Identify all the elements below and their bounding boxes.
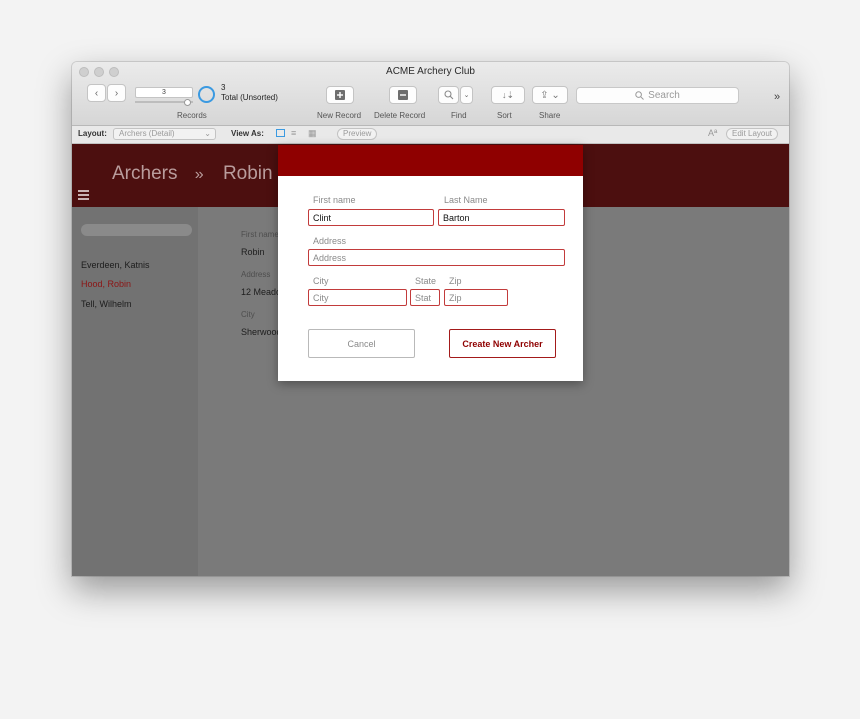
- first-name-input[interactable]: [308, 209, 434, 226]
- chevron-down-icon: ⌄: [204, 129, 211, 138]
- view-as-label: View As:: [231, 129, 264, 138]
- cancel-button[interactable]: Cancel: [308, 329, 415, 358]
- delete-record-label: Delete Record: [374, 111, 426, 120]
- record-slider-knob[interactable]: [184, 99, 191, 106]
- table-view-icon[interactable]: ▦: [308, 128, 317, 139]
- total-status: Total (Unsorted): [221, 93, 278, 102]
- sidebar-search-input[interactable]: [81, 224, 192, 236]
- search-field[interactable]: Search: [576, 87, 739, 104]
- new-record-label: New Record: [317, 111, 362, 120]
- state-input[interactable]: [410, 289, 440, 306]
- menu-icon[interactable]: [78, 190, 89, 202]
- detail-first-name-label: First name: [241, 230, 279, 239]
- minus-icon: [398, 90, 408, 100]
- dialog-header: [278, 145, 583, 176]
- find-label: Find: [451, 111, 467, 120]
- share-label: Share: [539, 111, 561, 120]
- toolbar: ACME Archery Club ‹ › 3 Records 3 Total …: [72, 62, 789, 126]
- record-pie-icon: [198, 86, 215, 103]
- list-view-icon[interactable]: ≡: [291, 128, 296, 138]
- sidebar-item-hood[interactable]: Hood, Robin: [81, 279, 131, 289]
- detail-address-label: Address: [241, 270, 271, 279]
- breadcrumb-separator: »: [194, 166, 204, 183]
- plus-icon: [335, 90, 345, 100]
- city-input[interactable]: [308, 289, 407, 306]
- delete-record-button[interactable]: [389, 86, 417, 104]
- chevron-down-icon: ⌄: [463, 92, 470, 99]
- record-name: Robin: [222, 163, 273, 184]
- search-icon: [635, 91, 645, 100]
- layout-select[interactable]: Archers (Detail) ⌄: [113, 128, 216, 140]
- table-name: Archers: [112, 163, 178, 184]
- back-button[interactable]: ‹: [87, 84, 106, 102]
- new-record-button[interactable]: [326, 86, 354, 104]
- toolbar-overflow-button[interactable]: »: [774, 91, 780, 103]
- text-format-icon[interactable]: Aª: [708, 128, 717, 138]
- detail-city-label: City: [241, 310, 255, 319]
- edit-layout-button[interactable]: Edit Layout: [726, 128, 779, 140]
- zip-label: Zip: [449, 276, 462, 286]
- find-button[interactable]: [438, 86, 459, 104]
- share-button[interactable]: ⇪ ⌄: [532, 86, 568, 104]
- zip-input[interactable]: [444, 289, 508, 306]
- layout-label: Layout:: [78, 129, 107, 138]
- sort-icon: ↓⇣: [501, 89, 515, 100]
- state-label: State: [415, 276, 437, 286]
- new-archer-dialog: First name Last Name Address City State …: [278, 145, 583, 381]
- chevron-right-icon: ›: [114, 87, 119, 99]
- form-view-icon[interactable]: [276, 129, 285, 137]
- sidebar-item-tell[interactable]: Tell, Wilhelm: [81, 299, 132, 309]
- find-options-button[interactable]: ⌄: [460, 86, 473, 104]
- magnifier-icon: [443, 90, 453, 100]
- sort-button[interactable]: ↓⇣: [491, 86, 525, 104]
- window-title: ACME Archery Club: [386, 66, 475, 77]
- share-icon: ⇪ ⌄: [540, 89, 560, 101]
- forward-button[interactable]: ›: [107, 84, 126, 102]
- sidebar-item-everdeen[interactable]: Everdeen, Katnis: [81, 260, 150, 270]
- search-placeholder: Search: [648, 90, 680, 101]
- create-new-archer-button[interactable]: Create New Archer: [449, 329, 556, 358]
- address-label: Address: [313, 236, 347, 246]
- records-label: Records: [177, 111, 207, 120]
- sort-label: Sort: [497, 111, 512, 120]
- layout-select-value: Archers (Detail): [119, 129, 175, 138]
- detail-city-value[interactable]: Sherwood: [241, 327, 282, 337]
- record-number-field[interactable]: 3: [135, 87, 193, 98]
- last-name-label: Last Name: [444, 195, 488, 205]
- layout-bar: Layout: Archers (Detail) ⌄ View As: ≡ ▦ …: [72, 126, 789, 144]
- page-title: Archers » Robin: [112, 163, 273, 185]
- first-name-label: First name: [313, 195, 356, 205]
- last-name-input[interactable]: [438, 209, 565, 226]
- total-count: 3: [221, 83, 226, 92]
- address-input[interactable]: [308, 249, 565, 266]
- detail-first-name-value[interactable]: Robin: [241, 247, 265, 257]
- sidebar: Everdeen, Katnis Hood, Robin Tell, Wilhe…: [72, 207, 198, 576]
- chevron-left-icon: ‹: [94, 87, 99, 99]
- city-label: City: [313, 276, 329, 286]
- preview-button[interactable]: Preview: [337, 128, 378, 140]
